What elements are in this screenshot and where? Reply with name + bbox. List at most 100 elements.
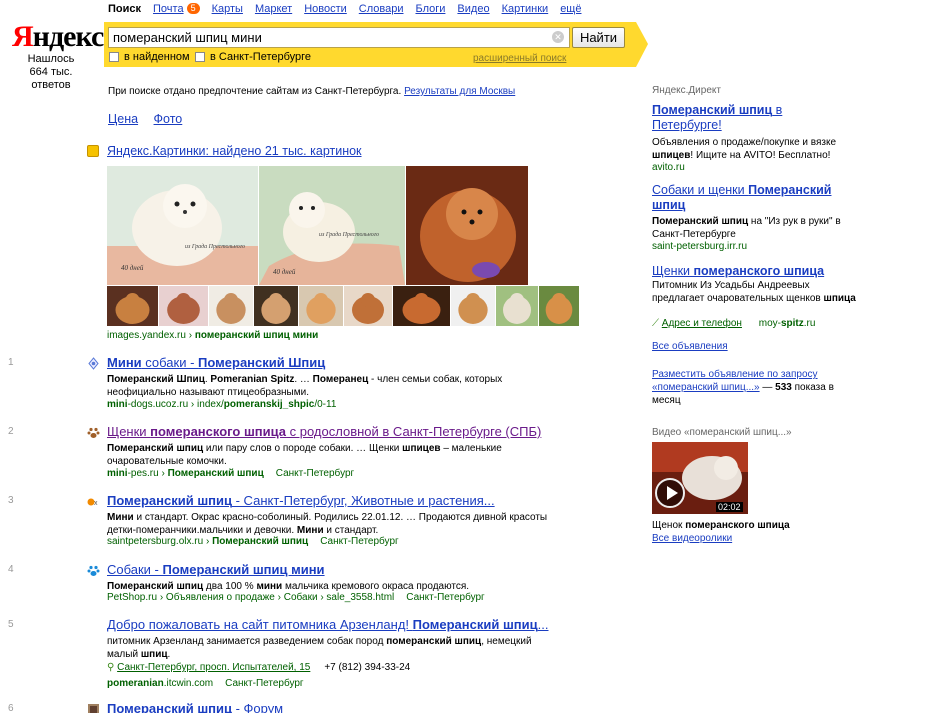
- service-6[interactable]: Блоги: [416, 3, 446, 15]
- all-ads-link[interactable]: Все объявления: [652, 341, 728, 352]
- image-result-2[interactable]: из Града Престольного 40 дней: [259, 166, 405, 285]
- checkbox-icon[interactable]: [195, 52, 205, 62]
- paw-icon: [87, 426, 100, 439]
- result-title[interactable]: Собаки - Померанский шпиц мини: [107, 562, 325, 577]
- result-number: 2: [8, 426, 14, 437]
- tab-price[interactable]: Цена: [108, 112, 138, 126]
- video-caption: Щенок померанского шпица: [652, 520, 790, 531]
- video-heading[interactable]: Видео «померанский шпиц...»: [652, 427, 792, 438]
- image-thumbnail[interactable]: [209, 286, 253, 326]
- images-block-title[interactable]: Яндекс.Картинки: найдено 21 тыс. картино…: [107, 144, 362, 158]
- tab-photo[interactable]: Фото: [154, 112, 183, 126]
- ad-text-1: Объявления о продаже/покупке и вязке шпи…: [652, 137, 837, 161]
- service-0[interactable]: Поиск: [108, 3, 141, 15]
- search-input[interactable]: [109, 28, 549, 47]
- mail-count-badge: 5: [186, 3, 200, 14]
- images-url: images.yandex.ru › померанский шпиц мини: [107, 330, 319, 341]
- ad-title-2[interactable]: Собаки и щенки Померанский шпиц: [652, 183, 847, 213]
- image-thumbnail[interactable]: [107, 286, 158, 326]
- service-8[interactable]: Картинки: [502, 3, 549, 15]
- image-thumbnail[interactable]: [299, 286, 343, 326]
- site-diamond-icon: [87, 357, 100, 370]
- image-thumbnail[interactable]: [451, 286, 495, 326]
- image-thumbnail[interactable]: [496, 286, 538, 326]
- ad-url-3[interactable]: moy-spitz.ru: [759, 318, 816, 329]
- image-thumbnail[interactable]: [344, 286, 392, 326]
- result-number: 3: [8, 495, 14, 506]
- place-ad: Разместить объявление по запросу «помера…: [652, 369, 834, 406]
- result-title[interactable]: Мини собаки - Померанский Шпиц: [107, 355, 325, 370]
- service-7[interactable]: Видео: [457, 3, 489, 15]
- service-2[interactable]: Карты: [212, 3, 243, 15]
- result-snippet: питомник Арзенланд занимается разведение…: [107, 636, 532, 660]
- result-url[interactable]: mini-pes.ru › Померанский шпиц Санкт-Пете…: [107, 468, 354, 479]
- moscow-results-link[interactable]: Результаты для Москвы: [404, 86, 515, 97]
- result-snippet: Померанский Шпиц. Pomeranian Spitz. … По…: [107, 374, 503, 398]
- service-9[interactable]: ещё: [560, 3, 581, 15]
- search-bar-arrow: [636, 22, 648, 67]
- image-thumbnail[interactable]: [539, 286, 579, 326]
- result-url[interactable]: mini-dogs.ucoz.ru › index/pomeranskij_sh…: [107, 399, 336, 410]
- service-3[interactable]: Маркет: [255, 3, 292, 15]
- result-number: 6: [8, 703, 14, 713]
- result-snippet: Мини и стандарт. Окрас красно-соболиный.…: [107, 512, 548, 536]
- in-found-checkbox[interactable]: в найденном: [109, 51, 190, 63]
- result-url[interactable]: pomeranian.itcwin.com Санкт-Петербург: [107, 678, 304, 689]
- result-address: ⚲ Санкт-Петербург, просп. Испытателей, 1…: [107, 662, 410, 673]
- olx-icon: x: [87, 495, 100, 508]
- refine-tabs: Цена Фото: [108, 112, 194, 126]
- result-region: Санкт-Петербург: [225, 678, 304, 689]
- search-input-wrap: [108, 27, 570, 48]
- phone: +7 (812) 394-33-24: [324, 662, 411, 673]
- ad-url-2[interactable]: saint-petersburg.irr.ru: [652, 241, 747, 252]
- svg-text:x: x: [94, 500, 98, 507]
- result-region: Санкт-Петербург: [406, 592, 485, 603]
- all-videos-link[interactable]: Все видеоролики: [652, 533, 732, 544]
- result-number: 4: [8, 564, 14, 575]
- checkbox-icon[interactable]: [109, 52, 119, 62]
- advanced-search-link[interactable]: расширенный поиск: [473, 53, 566, 64]
- image-result-3[interactable]: [406, 166, 528, 285]
- result-number: 5: [8, 619, 14, 630]
- ad-text-2: Померанский шпиц на "Из рук в руки" в Са…: [652, 216, 841, 240]
- service-1[interactable]: Почта 5: [153, 3, 200, 15]
- found-count: Нашлось 664 тыс. ответов: [27, 53, 75, 91]
- service-5[interactable]: Словари: [359, 3, 404, 15]
- result-title[interactable]: Померанский шпиц - Санкт-Петербург, Живо…: [107, 493, 495, 508]
- service-4[interactable]: Новости: [304, 3, 347, 15]
- ad-text-3: Питомник Из Усадьбы Андреевых предлагает…: [652, 280, 856, 304]
- clear-icon[interactable]: ✕: [552, 31, 564, 43]
- direct-heading: Яндекс.Директ: [652, 85, 721, 96]
- image-thumbnail[interactable]: [393, 286, 450, 326]
- image-thumbnail[interactable]: [254, 286, 298, 326]
- services-nav: Поиск Почта 5 Карты Маркет Новости Словари Блог…: [108, 3, 593, 15]
- ad-address-link[interactable]: Адрес и телефон: [662, 318, 742, 329]
- location-icon: ⟋: [652, 318, 659, 329]
- result-number: 1: [8, 357, 14, 368]
- result-region: Санкт-Петербург: [275, 468, 355, 479]
- ad-title-1[interactable]: Померанский шпиц в Петербурге!: [652, 103, 847, 133]
- ad-title-3[interactable]: Щенки померанского шпица: [652, 264, 847, 279]
- paw-blue-icon: [87, 564, 100, 577]
- result-url[interactable]: saintpetersburg.olx.ru › Померанский шпи…: [107, 536, 399, 547]
- search-button[interactable]: Найти: [572, 27, 625, 48]
- ad-3-footer: ⟋ Адрес и телефон moy-spitz.ru: [652, 318, 815, 329]
- image-watermark-2: из Града Престольного: [319, 231, 379, 238]
- forum-icon: [87, 703, 100, 713]
- result-title[interactable]: Щенки померанского шпица с родословной в…: [107, 424, 541, 439]
- result-title[interactable]: Добро пожаловать на сайт питомника Арзен…: [107, 617, 549, 632]
- result-url[interactable]: PetShop.ru › Объявления о продаже › Соба…: [107, 592, 485, 603]
- address-link[interactable]: Санкт-Петербург, просп. Испытателей, 15: [117, 662, 310, 673]
- images-icon: [87, 145, 99, 157]
- ad-url-1[interactable]: avito.ru: [652, 162, 685, 173]
- map-pin-icon: ⚲: [107, 662, 115, 673]
- play-icon[interactable]: [655, 478, 685, 508]
- image-result-1[interactable]: из Града Престольного 40 дней: [107, 166, 258, 285]
- in-region-checkbox[interactable]: в Санкт-Петербурге: [195, 51, 311, 63]
- result-snippet: Померанский шпиц или пару слов о породе …: [107, 443, 502, 467]
- result-region: Санкт-Петербург: [320, 536, 399, 547]
- region-preference: При поиске отдано предпочтение сайтам из…: [108, 86, 516, 97]
- yandex-logo[interactable]: Яндекс: [12, 22, 104, 52]
- image-thumbnail[interactable]: [159, 286, 208, 326]
- result-title[interactable]: Померанский шпиц - Форум: [107, 701, 283, 713]
